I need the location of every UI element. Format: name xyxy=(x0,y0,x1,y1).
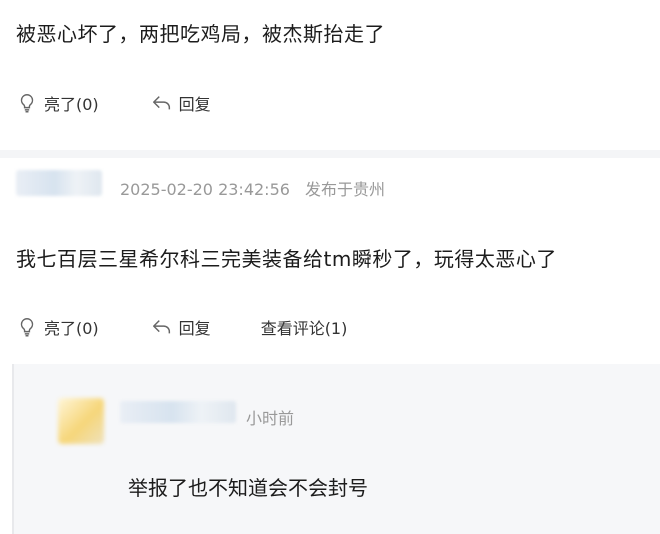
comment-meta: 2025-02-20 23:42:56 发布于贵州 xyxy=(120,176,385,200)
reply-timestamp: 小时前 xyxy=(246,409,295,428)
reply-label: 回复 xyxy=(178,95,211,114)
like-label: 亮了(0) xyxy=(44,95,99,114)
username-blurred xyxy=(16,170,102,196)
like-button[interactable]: 亮了(0) xyxy=(16,91,99,115)
reply-button[interactable]: 回复 xyxy=(151,315,211,339)
avatar-blurred xyxy=(58,398,104,444)
reply-arrow-icon xyxy=(152,320,170,334)
comment-text: 我七百层三星希尔科三完美装备给tm瞬秒了，玩得太恶心了 xyxy=(16,247,557,271)
lightbulb-icon xyxy=(20,94,34,113)
reply-label: 回复 xyxy=(178,319,211,338)
reply-arrow-icon xyxy=(152,96,170,110)
comment-text: 被恶心坏了，两把吃鸡局，被杰斯抬走了 xyxy=(16,22,385,46)
view-comments-link[interactable]: 查看评论(1) xyxy=(261,315,348,339)
comment-actions: 亮了(0) 回复 xyxy=(16,91,211,115)
reply-button[interactable]: 回复 xyxy=(151,91,211,115)
comment-timestamp: 2025-02-20 23:42:56 xyxy=(120,180,290,199)
reply-username-blurred xyxy=(120,401,236,423)
like-button[interactable]: 亮了(0) xyxy=(16,315,99,339)
lightbulb-icon xyxy=(20,318,34,337)
comment-location: 发布于贵州 xyxy=(305,180,386,199)
section-divider xyxy=(0,150,660,158)
like-label: 亮了(0) xyxy=(44,319,99,338)
reply-container xyxy=(12,364,660,534)
reply-text: 举报了也不知道会不会封号 xyxy=(128,476,368,500)
view-comments-label: 查看评论(1) xyxy=(260,319,348,338)
comment-actions: 亮了(0) 回复 查看评论(1) xyxy=(16,315,347,339)
